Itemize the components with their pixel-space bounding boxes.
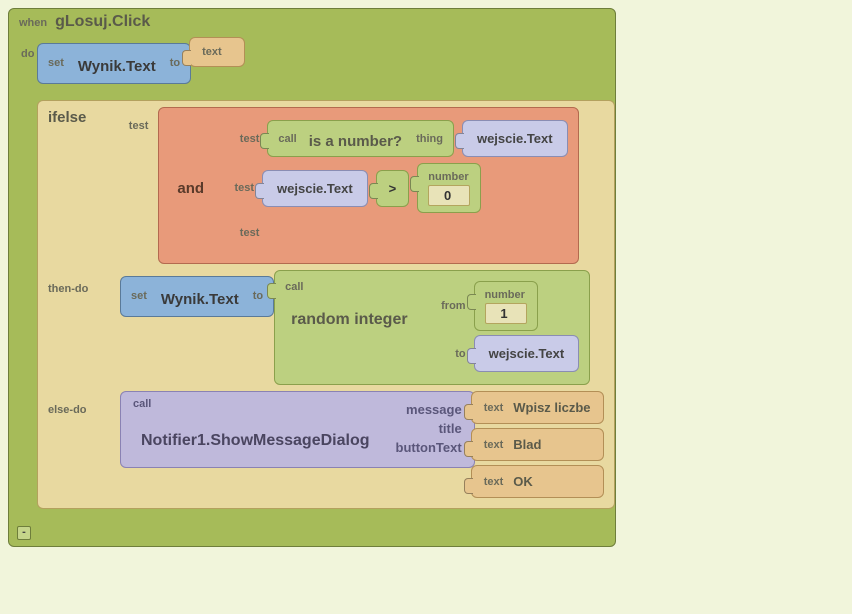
setter-block[interactable]: set Wynik.Text to [37,43,191,84]
is-a-number-call[interactable]: call is a number? thing [267,120,454,157]
is-a-number-arg-label: thing [416,133,443,145]
ifelse-keyword: ifelse [48,109,86,126]
number-value-zero[interactable]: 0 [428,185,470,206]
collapse-toggle[interactable]: - [17,526,31,540]
when-keyword: when [19,17,47,29]
ifelse-block[interactable]: ifelse test test c [37,100,615,509]
set-keyword: set [48,57,64,69]
notifier-proc-name: Notifier1.ShowMessageDialog [133,410,382,450]
wejscie-text-getter-1[interactable]: wejscie.Text [462,120,568,157]
text-message-value: Wpisz liczbe [513,400,590,415]
number-block-one[interactable]: number 1 [474,281,538,331]
wejscie-text-getter-2[interactable]: wejscie.Text [262,170,368,207]
text-message-block[interactable]: text Wpisz liczbe [471,391,604,424]
setter-target-2: Wynik.Text [155,283,245,308]
and-block[interactable]: test call is a number? thing wejscie.Tex… [158,107,578,264]
and-keyword: and [169,180,212,197]
and-test-label-3: test [225,227,259,239]
and-test-label-2: test [220,182,254,194]
set-wynik-text-row-1[interactable]: set Wynik.Text to text [37,37,615,90]
and-test-label-1: test [225,133,259,145]
number-keyword: number [428,171,468,183]
set-keyword-2: set [131,290,147,302]
setter-target: Wynik.Text [72,50,162,75]
text-keyword: text [202,46,222,58]
text-buttontext-value: OK [513,474,533,489]
notifier-title-label: title [439,421,462,436]
then-do-label: then-do [48,283,88,295]
call-keyword-2: call [285,281,413,293]
number-value-one[interactable]: 1 [485,303,527,324]
ifelse-test-label: test [129,120,149,132]
notifier-call-row[interactable]: call Notifier1.ShowMessageDialog message [120,391,604,498]
greater-than-op[interactable]: > [376,170,410,207]
call-keyword-3: call [133,398,382,410]
random-integer-call[interactable]: call random integer from number [274,270,590,385]
wejscie-text-getter-3[interactable]: wejscie.Text [474,335,580,372]
event-when-block[interactable]: when gLosuj.Click do set Wynik.Text to t… [8,8,616,547]
text-keyword-msg: text [484,402,504,414]
event-handler-name: gLosuj.Click [55,13,150,31]
random-to-label: to [426,348,466,360]
text-keyword-title: text [484,439,504,451]
to-keyword-2: to [253,290,263,302]
notifier-buttontext-label: buttonText [396,440,462,455]
text-buttontext-block[interactable]: text OK [471,465,604,498]
number-block-zero[interactable]: number 0 [417,163,481,213]
text-title-value: Blad [513,437,541,452]
to-keyword: to [170,57,180,69]
text-title-block[interactable]: text Blad [471,428,604,461]
call-keyword: call [278,133,296,145]
else-do-label: else-do [48,404,87,416]
text-literal-block[interactable]: text [189,37,245,67]
is-a-number-name: is a number? [305,127,408,150]
number-keyword-2: number [485,289,525,301]
random-integer-name: random integer [285,293,413,333]
set-wynik-text-row-2[interactable]: set Wynik.Text to call random integer [120,270,590,385]
notifier-message-label: message [406,402,462,417]
do-keyword: do [21,48,34,60]
setter-block-2[interactable]: set Wynik.Text to [120,276,274,317]
text-keyword-btn: text [484,476,504,488]
notifier-showmessagedialog-call[interactable]: call Notifier1.ShowMessageDialog message [120,391,475,468]
random-from-label: from [426,300,466,312]
